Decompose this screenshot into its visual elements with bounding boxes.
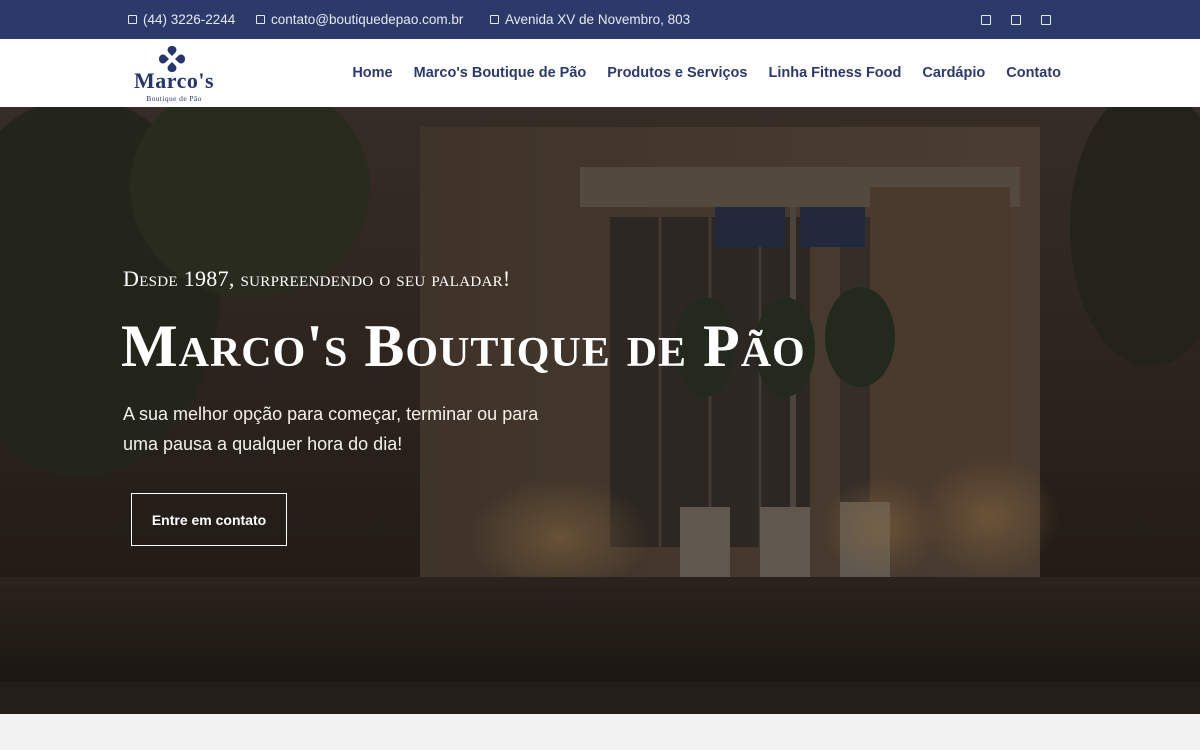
- logo-wordmark: Marco's: [133, 68, 215, 93]
- map-marker-icon: [490, 15, 499, 24]
- phone-text: (44) 3226-2244: [143, 12, 236, 27]
- nav-produtos-servicos[interactable]: Produtos e Serviços: [607, 65, 747, 81]
- next-section-edge: [0, 714, 1200, 750]
- nav-contato[interactable]: Contato: [1006, 65, 1061, 81]
- nav-home[interactable]: Home: [352, 65, 392, 81]
- nav-boutique[interactable]: Marco's Boutique de Pão: [414, 65, 587, 81]
- site-logo[interactable]: Marco's Boutique de Pão: [126, 44, 222, 104]
- email-text: contato@boutiquedepao.com.br: [271, 12, 464, 27]
- hero-title: Marco's Boutique de Pão: [121, 313, 806, 379]
- contact-cta-button[interactable]: Entre em contato: [131, 493, 287, 546]
- hero-section: Desde 1987, surpreendendo o seu paladar!…: [0, 107, 1200, 714]
- nav-linha-fitness[interactable]: Linha Fitness Food: [768, 65, 901, 81]
- whatsapp-icon[interactable]: [1041, 14, 1051, 25]
- instagram-icon[interactable]: [1011, 14, 1021, 25]
- nav-cardapio[interactable]: Cardápio: [922, 65, 985, 81]
- topbar-phone[interactable]: (44) 3226-2244: [128, 0, 235, 39]
- address-text: Avenida XV de Novembro, 803: [505, 12, 691, 27]
- facebook-icon[interactable]: [981, 14, 991, 25]
- topbar-email[interactable]: contato@boutiquedepao.com.br: [256, 0, 463, 39]
- top-info-bar: (44) 3226-2244 contato@boutiquedepao.com…: [0, 0, 1200, 39]
- site-header: Marco's Boutique de Pão Home Marco's Bou…: [0, 39, 1200, 107]
- envelope-icon: [256, 15, 265, 24]
- social-links: [981, 0, 991, 39]
- hero-eyebrow: Desde 1987, surpreendendo o seu paladar!: [123, 266, 511, 291]
- phone-icon: [128, 15, 137, 24]
- main-nav: Home Marco's Boutique de Pão Produtos e …: [352, 39, 1061, 107]
- logo-tagline: Boutique de Pão: [146, 94, 202, 103]
- topbar-address[interactable]: Avenida XV de Novembro, 803: [490, 0, 690, 39]
- hero-subtitle: A sua melhor opção para começar, termina…: [123, 404, 539, 454]
